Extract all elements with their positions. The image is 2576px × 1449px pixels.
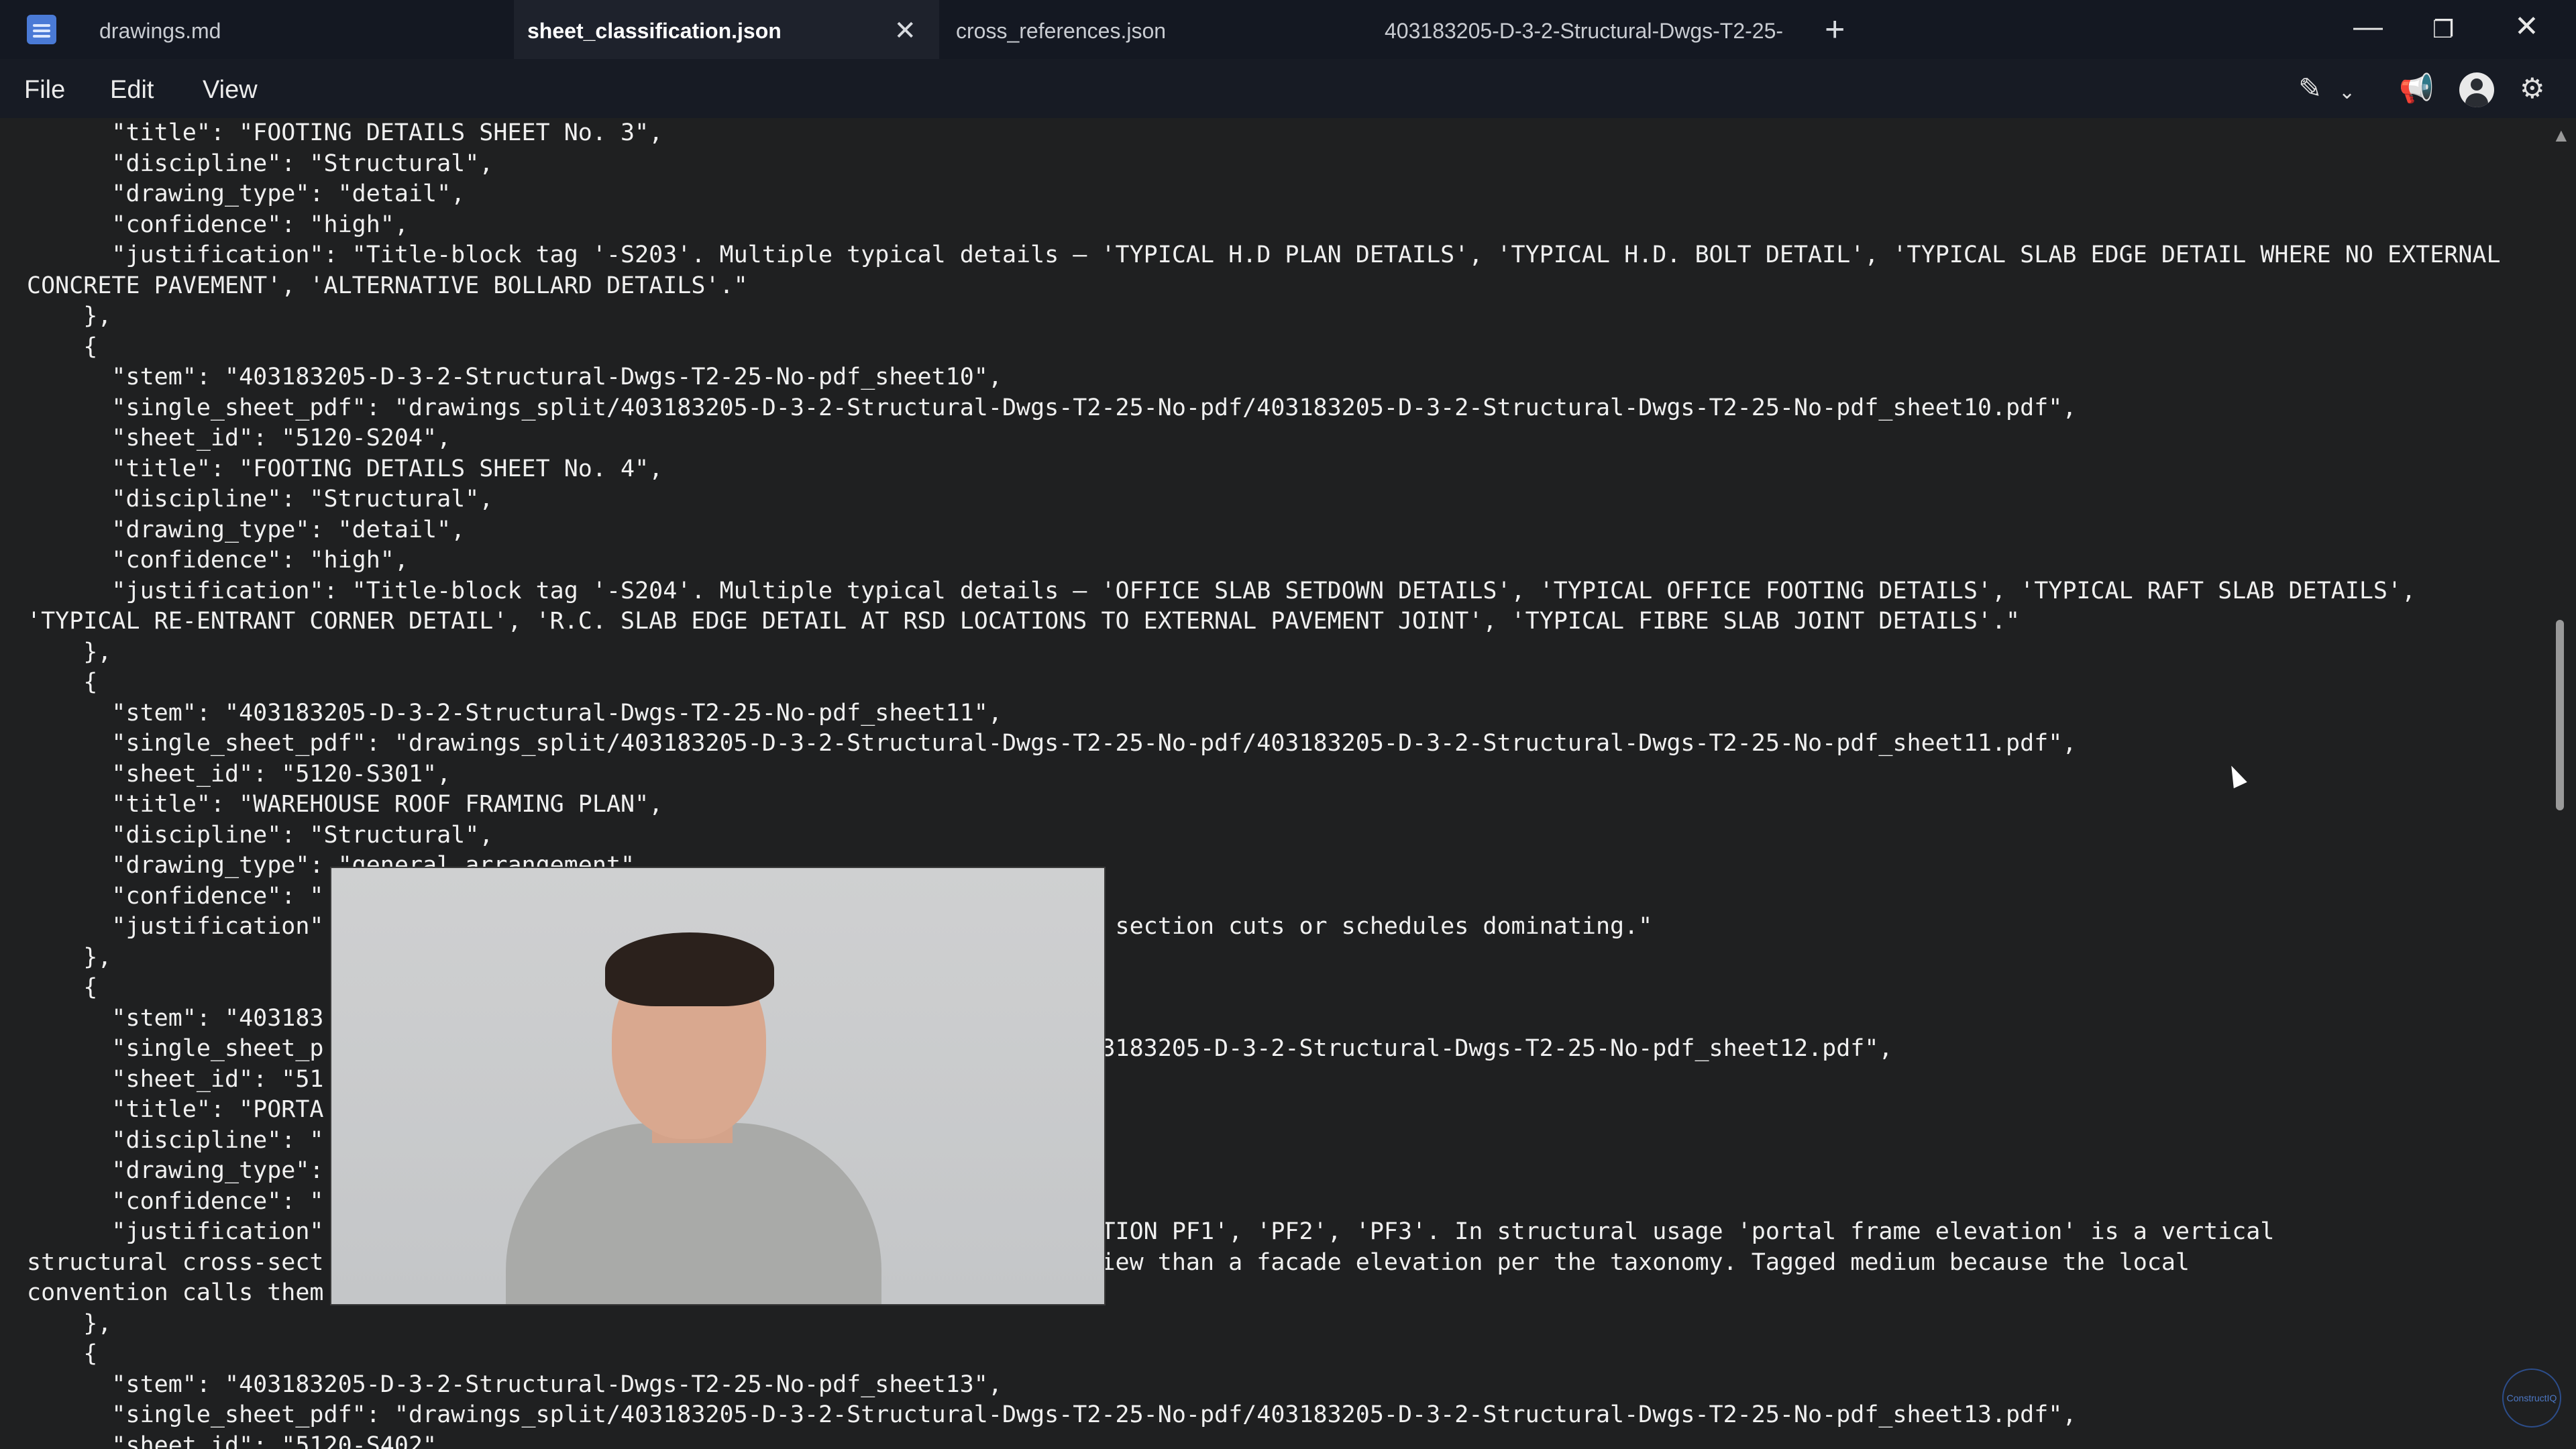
new-tab-plus-icon[interactable]: + xyxy=(1825,9,1845,50)
tab-cross-references[interactable]: cross_references.json xyxy=(956,0,1372,59)
scroll-up-arrow-icon[interactable]: ▲ xyxy=(2552,125,2571,146)
code-line: "discipline": "Structural", xyxy=(27,486,494,513)
presenter-shirt xyxy=(506,1123,881,1304)
code-line: { xyxy=(27,333,98,360)
menu-bar: File Edit View xyxy=(0,59,2576,118)
account-avatar-icon[interactable] xyxy=(2459,72,2494,107)
tab-label: cross_references.json xyxy=(956,19,1167,43)
close-tab-icon[interactable]: ✕ xyxy=(894,0,916,59)
tab-structural-dwgs[interactable]: 403183205-D-3-2-Structural-Dwgs-T2-25- xyxy=(1385,0,1791,59)
copilot-pen-icon[interactable]: ✎ xyxy=(2298,68,2322,109)
menu-edit[interactable]: Edit xyxy=(110,59,154,121)
close-window-icon[interactable]: ✕ xyxy=(2514,7,2539,47)
code-line: { xyxy=(27,669,98,696)
code-line: "confidence": "high", xyxy=(27,211,409,238)
code-line: }, xyxy=(27,638,112,665)
code-line: "single_sheet_pdf": "drawings_split/4031… xyxy=(27,1401,2077,1428)
code-line: "sheet_id": "5120-S204", xyxy=(27,425,451,451)
code-line: "sheet_id": "5120-S402", xyxy=(27,1432,451,1449)
restore-icon[interactable]: ❐ xyxy=(2432,9,2454,50)
tab-label: sheet_classification.json xyxy=(527,19,782,43)
code-line: CONCRETE PAVEMENT', 'ALTERNATIVE BOLLARD… xyxy=(27,272,748,299)
menu-file[interactable]: File xyxy=(24,59,65,121)
notepad-app-icon xyxy=(27,15,56,44)
scrollbar-thumb[interactable] xyxy=(2556,620,2564,810)
code-line: 'TYPICAL RE-ENTRANT CORNER DETAIL', 'R.C… xyxy=(27,608,2021,635)
code-line: "stem": "403183205-D-3-2-Structural-Dwgs… xyxy=(27,1371,1002,1398)
code-line: "drawing_type": "detail", xyxy=(27,180,466,207)
code-line: "discipline": "Structural", xyxy=(27,821,494,849)
code-line: "justification": "Title-block tag '-S203… xyxy=(27,241,2501,268)
tab-drawings-md[interactable]: drawings.md xyxy=(99,0,502,59)
code-line: "confidence": "high", xyxy=(27,547,409,574)
code-line: "discipline": "Structural", xyxy=(27,150,494,177)
watermark-logo: ConstructIQ xyxy=(2502,1368,2561,1428)
code-line: { xyxy=(27,1340,98,1367)
code-line: }, xyxy=(27,303,112,329)
tab-label: drawings.md xyxy=(99,19,221,43)
chevron-down-icon[interactable]: ⌄ xyxy=(2339,72,2355,113)
code-line: "single_sheet_pdf": "drawings_split/4031… xyxy=(27,394,2077,421)
code-line: "title": "WAREHOUSE ROOF FRAMING PLAN", xyxy=(27,791,663,818)
code-line: "sheet_id": "5120-S301", xyxy=(27,760,451,788)
title-bar: drawings.md sheet_classification.json ✕ … xyxy=(0,0,2576,59)
gear-icon[interactable]: ⚙ xyxy=(2520,68,2545,109)
tab-label: 403183205-D-3-2-Structural-Dwgs-T2-25- xyxy=(1385,19,1784,43)
code-line: "drawing_type": "detail", xyxy=(27,516,466,543)
tab-sheet-classification[interactable]: sheet_classification.json ✕ xyxy=(514,0,939,59)
code-line: "title": "FOOTING DETAILS SHEET No. 4", xyxy=(27,455,663,482)
minimize-icon[interactable]: — xyxy=(2353,7,2383,47)
webcam-overlay xyxy=(330,867,1106,1305)
code-line: "stem": "403183205-D-3-2-Structural-Dwgs… xyxy=(27,364,1002,390)
presenter-hair xyxy=(605,932,774,1006)
code-line: "title": "FOOTING DETAILS SHEET No. 3", xyxy=(27,119,663,146)
code-line: "justification": "Title-block tag '-S204… xyxy=(27,577,2416,604)
megaphone-icon[interactable]: 📢 xyxy=(2399,68,2434,109)
code-line: "single_sheet_pdf": "drawings_split/4031… xyxy=(27,730,2077,757)
code-line: "stem": "403183205-D-3-2-Structural-Dwgs… xyxy=(27,699,1002,727)
menu-view[interactable]: View xyxy=(203,59,258,121)
code-line: }, xyxy=(27,1309,112,1337)
